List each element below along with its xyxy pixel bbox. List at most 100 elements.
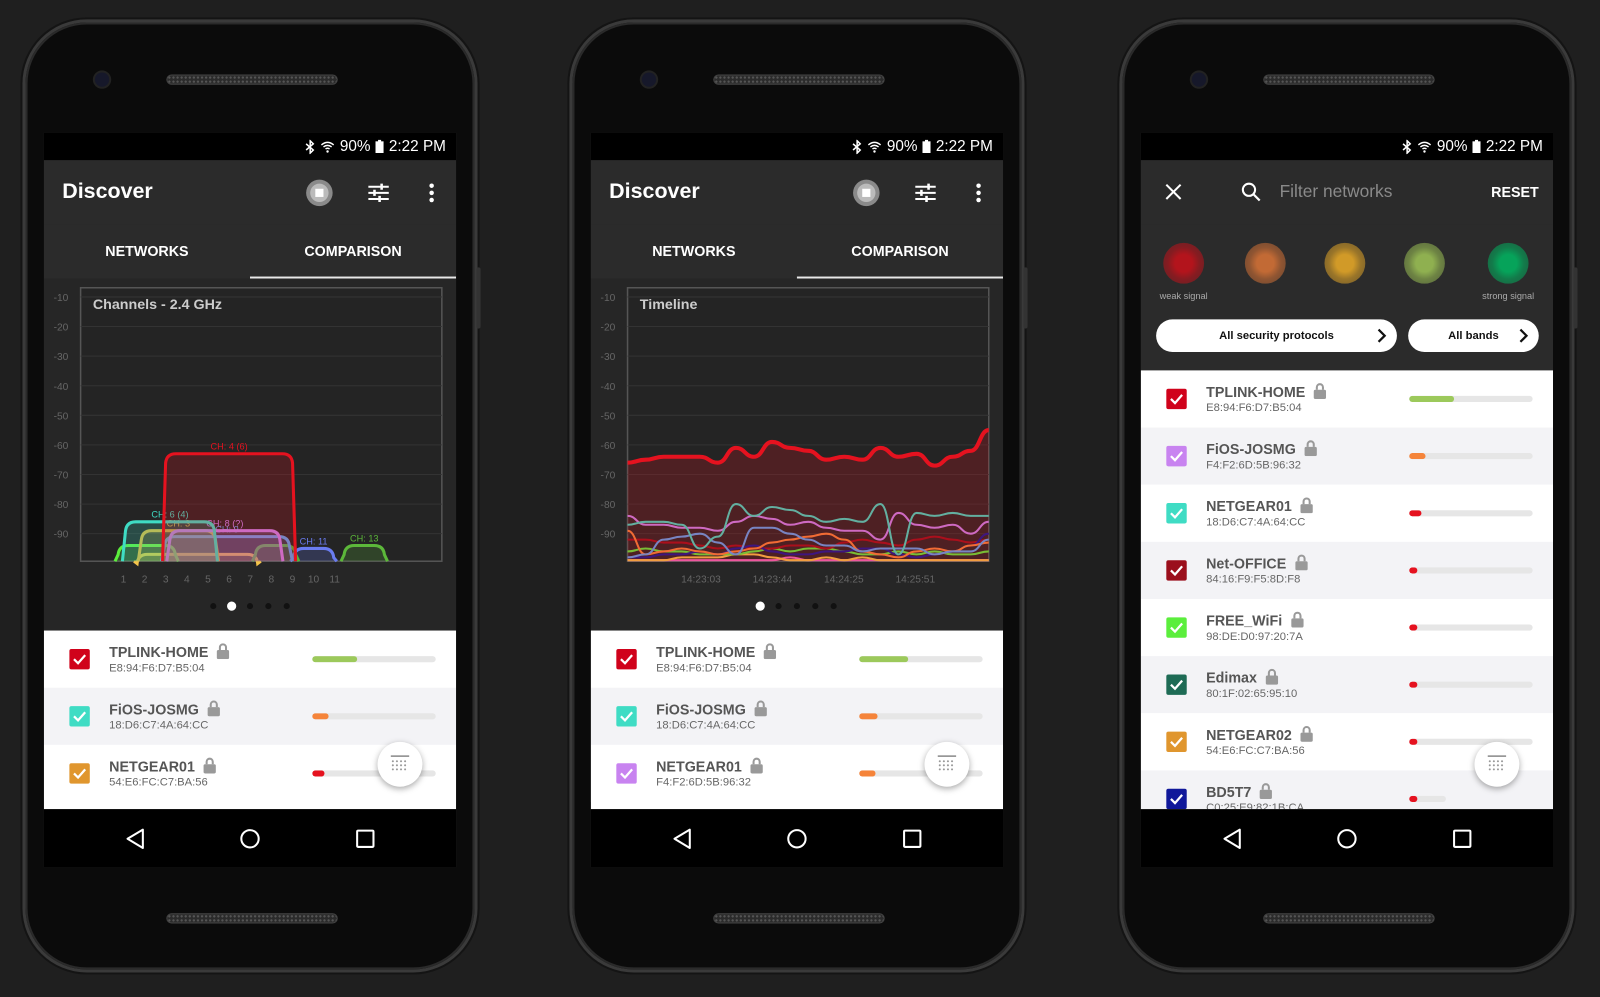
wifi-icon — [321, 141, 335, 153]
bottom-speaker — [166, 913, 338, 924]
close-icon[interactable] — [1165, 183, 1182, 200]
network-name-text: NETGEAR01 — [1206, 497, 1292, 515]
filter-settings-button[interactable] — [911, 179, 940, 208]
network-name-text: Net-OFFICE — [1206, 555, 1287, 572]
lock-icon — [754, 700, 767, 719]
network-checkbox[interactable] — [1166, 503, 1187, 524]
x-tick-label: 1 — [121, 575, 127, 586]
channel-curve — [161, 452, 298, 562]
network-row[interactable]: FiOS-JOSMG 18:D6:C7:4A:64:CC — [43, 687, 457, 745]
signal-level-1-button[interactable] — [1163, 242, 1205, 284]
signal-bar — [859, 713, 983, 720]
signal-level-5-button[interactable] — [1487, 242, 1529, 284]
home-icon[interactable] — [1335, 827, 1359, 851]
network-name-text: NETGEAR02 — [1206, 726, 1292, 743]
clock: 2:22 PM — [935, 137, 993, 156]
network-row[interactable]: TPLINK-HOME E8:94:F6:D7:B5:04 — [590, 630, 1004, 688]
back-icon[interactable] — [670, 827, 694, 851]
network-name: TPLINK-HOME — [1206, 383, 1327, 402]
check-icon — [620, 711, 633, 723]
signal-level-2-button[interactable] — [1244, 242, 1286, 284]
network-row[interactable]: TPLINK-HOME E8:94:F6:D7:B5:04 — [43, 630, 457, 688]
legend-toggle-button[interactable] — [377, 741, 423, 787]
network-checkbox[interactable] — [69, 763, 90, 784]
network-row[interactable]: Edimax 80:1F:02:65:95:10 — [1140, 656, 1554, 714]
network-checkbox[interactable] — [1166, 388, 1187, 410]
reset-button[interactable]: RESET — [1491, 184, 1539, 200]
back-icon[interactable] — [1220, 827, 1244, 851]
bands-button[interactable]: All bands — [1408, 319, 1539, 353]
network-row[interactable]: FREE_WiFi 98:DE:D0:97:20:7A — [1140, 598, 1554, 657]
network-checkbox[interactable] — [1166, 788, 1187, 810]
signal-bar-fill — [1409, 395, 1454, 403]
recents-icon[interactable] — [353, 827, 377, 851]
x-tick-label: 6 — [226, 575, 232, 586]
home-icon[interactable] — [238, 827, 262, 851]
network-mac: 54:E6:FC:C7:BA:56 — [1206, 744, 1305, 758]
network-name-text: NETGEAR01 — [656, 758, 742, 775]
power-button — [1023, 267, 1028, 329]
page-indicator-dot — [755, 601, 765, 611]
sliders-icon — [915, 183, 936, 203]
network-row[interactable]: NETGEAR01 18:D6:C7:4A:64:CC — [1140, 484, 1554, 542]
network-checkbox[interactable] — [1166, 731, 1187, 753]
channel-label: CH: 13 — [350, 533, 379, 543]
back-icon[interactable] — [123, 827, 147, 851]
sliders-icon — [368, 183, 389, 203]
phone-filter: 90% 2:22 PM Filter networks RESET All se… — [1122, 22, 1578, 970]
page-title: Discover — [609, 179, 700, 204]
recents-icon[interactable] — [900, 827, 924, 851]
security-protocols-button[interactable]: All security protocols — [1156, 319, 1397, 353]
y-tick-label: -40 — [54, 382, 69, 393]
network-name-text: FiOS-JOSMG — [1206, 440, 1296, 458]
tab-networks[interactable]: NETWORKS — [44, 224, 250, 278]
network-name-text: TPLINK-HOME — [109, 643, 209, 661]
signal-level-3-button[interactable] — [1324, 242, 1366, 284]
check-icon — [73, 711, 87, 723]
legend-toggle-button[interactable] — [1474, 741, 1520, 787]
lock-icon — [207, 700, 220, 719]
signal-bar-fill — [1409, 738, 1418, 745]
timeline-chart-area[interactable]: -10 -20 -30 -40 -50 -60 -70 -80 -90 Timeline 14:23… — [590, 278, 1004, 631]
phone-channels: 90% 2:22 PM Discover NETWORKS COMPARISON… — [25, 22, 481, 970]
signal-level-4-button[interactable] — [1404, 242, 1445, 284]
network-checkbox[interactable] — [1166, 674, 1187, 695]
recents-icon[interactable] — [1450, 827, 1474, 851]
network-name: TPLINK-HOME — [109, 643, 230, 662]
phone-timeline: 90% 2:22 PM Discover NETWORKS COMPARISON… — [572, 22, 1028, 970]
stop-scan-button[interactable] — [852, 179, 881, 208]
tab-comparison[interactable]: COMPARISON — [796, 224, 1004, 279]
network-checkbox[interactable] — [616, 706, 637, 727]
chart-title: Channels - 2.4 GHz — [93, 297, 222, 313]
more-options-button[interactable] — [417, 179, 446, 208]
home-icon[interactable] — [785, 827, 809, 851]
network-checkbox[interactable] — [69, 648, 90, 670]
filter-settings-button[interactable] — [364, 179, 393, 208]
network-checkbox[interactable] — [1166, 617, 1187, 638]
filter-networks-input[interactable]: Filter networks — [1280, 182, 1393, 202]
network-row[interactable]: TPLINK-HOME E8:94:F6:D7:B5:04 — [1140, 370, 1554, 428]
network-checkbox[interactable] — [616, 648, 637, 670]
x-tick-label: 9 — [290, 575, 296, 586]
signal-bar-fill — [312, 656, 357, 663]
tab-bar: NETWORKS COMPARISON — [43, 224, 457, 279]
more-options-button[interactable] — [964, 179, 993, 208]
lock-icon — [203, 757, 216, 776]
network-checkbox[interactable] — [616, 763, 637, 784]
network-row[interactable]: FiOS-JOSMG 18:D6:C7:4A:64:CC — [590, 687, 1004, 745]
stop-scan-button[interactable] — [305, 179, 334, 208]
network-name: NETGEAR01 — [656, 757, 763, 776]
network-checkbox[interactable] — [1166, 445, 1187, 467]
tab-networks[interactable]: NETWORKS — [591, 224, 797, 278]
channel-chart-area[interactable]: -10 -20 -30 -40 -50 -60 -70 -80 -90 Channels - 2.… — [43, 278, 457, 631]
legend-toggle-button[interactable] — [924, 741, 970, 787]
wifi-icon — [1417, 141, 1432, 153]
front-camera — [641, 72, 657, 87]
network-row[interactable]: Net-OFFICE 84:16:F9:F5:8D:F8 — [1140, 541, 1554, 599]
tab-comparison[interactable]: COMPARISON — [249, 224, 457, 279]
network-name-text: NETGEAR01 — [109, 758, 195, 775]
network-name-text: TPLINK-HOME — [656, 643, 756, 661]
network-checkbox[interactable] — [1166, 560, 1187, 581]
network-checkbox[interactable] — [69, 706, 90, 727]
network-row[interactable]: FiOS-JOSMG F4:F2:6D:5B:96:32 — [1140, 427, 1554, 485]
